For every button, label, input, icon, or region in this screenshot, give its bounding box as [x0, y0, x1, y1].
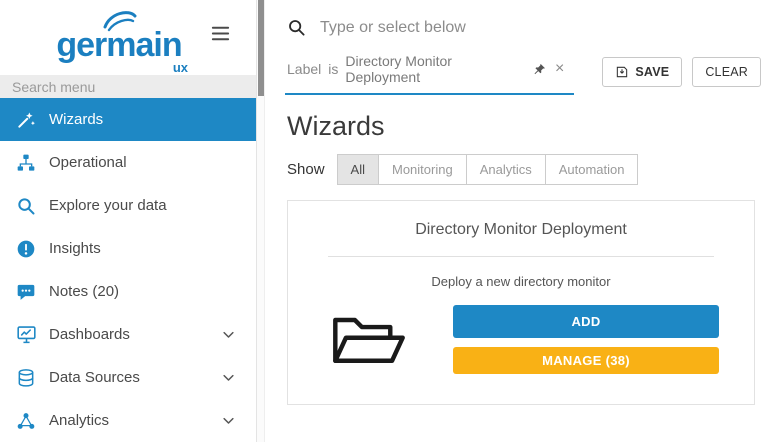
filter-field: Label — [287, 61, 321, 77]
hamburger-menu-icon[interactable] — [209, 22, 232, 50]
sidebar-search-input[interactable] — [0, 79, 256, 95]
wizard-card: Directory Monitor Deployment Deploy a ne… — [287, 200, 755, 405]
sidebar-item-label: Analytics — [49, 412, 109, 429]
sidebar-item-label: Data Sources — [49, 369, 140, 386]
card-body-row: ADD MANAGE (38) — [288, 305, 754, 374]
tab-automation[interactable]: Automation — [545, 154, 639, 185]
magic-wand-icon — [14, 110, 38, 130]
manage-button[interactable]: MANAGE (38) — [453, 347, 719, 374]
show-label: Show — [287, 161, 325, 178]
brand-logo: germain ux — [24, 8, 214, 75]
card-description: Deploy a new directory monitor — [288, 274, 754, 289]
tab-analytics[interactable]: Analytics — [466, 154, 546, 185]
add-button[interactable]: ADD — [453, 305, 719, 338]
sidebar-menu: Wizards Operational — [0, 98, 256, 442]
sidebar-item-label: Insights — [49, 240, 101, 257]
filter-value: Directory Monitor Deployment — [345, 53, 516, 85]
chevron-down-icon — [221, 327, 236, 342]
open-folder-icon — [330, 311, 408, 368]
sidebar-search — [0, 75, 256, 98]
filter-bar: Label is Directory Monitor Deployment × — [277, 49, 761, 95]
sidebar-item-wizards[interactable]: Wizards — [0, 98, 256, 141]
sidebar-item-label: Dashboards — [49, 326, 130, 343]
network-icon — [14, 411, 38, 431]
tab-all[interactable]: All — [337, 154, 379, 185]
database-icon — [14, 368, 38, 388]
global-search-bar — [277, 0, 761, 47]
chevron-down-icon — [221, 370, 236, 385]
filter-operator: is — [328, 61, 338, 77]
alert-circle-icon — [14, 239, 38, 259]
show-filter-row: Show All Monitoring Analytics Automation — [277, 154, 761, 185]
save-button[interactable]: SAVE — [602, 57, 682, 87]
sidebar-item-label: Explore your data — [49, 197, 167, 214]
sidebar-header: germain ux — [0, 0, 256, 75]
sidebar-item-label: Notes (20) — [49, 283, 119, 300]
card-actions: ADD MANAGE (38) — [453, 305, 719, 374]
sidebar: germain ux Wizards — [0, 0, 256, 442]
clear-button[interactable]: CLEAR — [692, 57, 761, 87]
monitor-icon — [14, 324, 38, 345]
global-search-input[interactable] — [320, 19, 751, 37]
sitemap-icon — [14, 153, 38, 173]
chevron-down-icon — [221, 413, 236, 428]
search-icon — [14, 196, 38, 216]
sidebar-item-dashboards[interactable]: Dashboards — [0, 313, 256, 356]
sidebar-item-label: Wizards — [49, 111, 103, 128]
sidebar-item-data-sources[interactable]: Data Sources — [0, 356, 256, 399]
scrollbar-thumb[interactable] — [258, 0, 264, 96]
save-button-label: SAVE — [635, 65, 669, 79]
category-tabs: All Monitoring Analytics Automation — [337, 154, 639, 185]
chat-bubble-icon — [14, 282, 38, 302]
card-title: Directory Monitor Deployment — [288, 221, 754, 239]
card-divider — [328, 256, 714, 257]
close-icon[interactable]: × — [553, 61, 566, 77]
main-content: Label is Directory Monitor Deployment × — [265, 0, 761, 442]
page-title: Wizards — [287, 111, 761, 142]
sidebar-item-insights[interactable]: Insights — [0, 227, 256, 270]
filter-chip[interactable]: Label is Directory Monitor Deployment × — [285, 49, 574, 95]
vertical-scrollbar[interactable] — [256, 0, 265, 442]
brand-name: germain — [56, 26, 181, 64]
search-icon — [287, 18, 306, 37]
save-disk-icon — [615, 65, 629, 79]
sidebar-item-operational[interactable]: Operational — [0, 141, 256, 184]
sidebar-item-explore-your-data[interactable]: Explore your data — [0, 184, 256, 227]
clear-button-label: CLEAR — [705, 65, 748, 79]
pin-icon[interactable] — [533, 63, 546, 76]
sidebar-item-notes[interactable]: Notes (20) — [0, 270, 256, 313]
sidebar-item-label: Operational — [49, 154, 127, 171]
tab-monitoring[interactable]: Monitoring — [378, 154, 467, 185]
app-window: germain ux Wizards — [0, 0, 761, 442]
sidebar-item-analytics[interactable]: Analytics — [0, 399, 256, 442]
